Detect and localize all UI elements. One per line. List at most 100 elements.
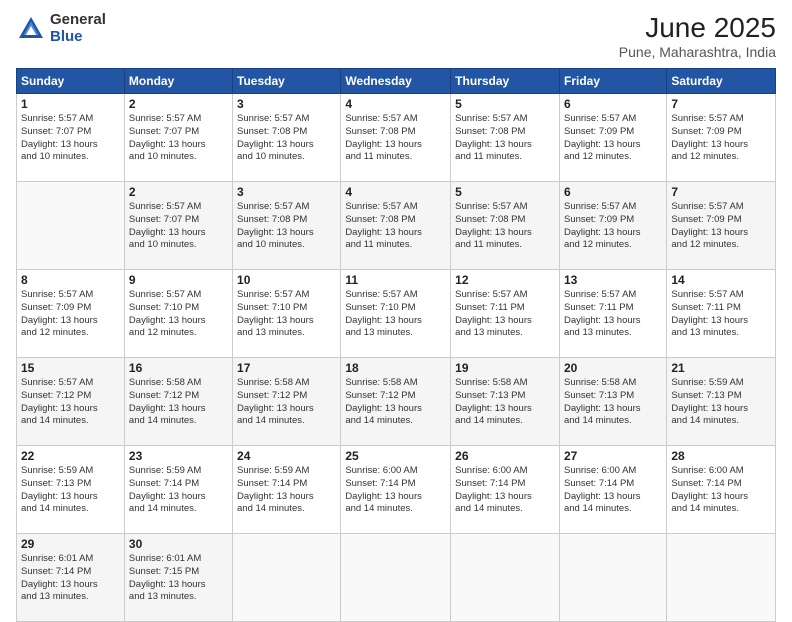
day-info: Sunrise: 5:59 AM Sunset: 7:13 PM Dayligh… [21,465,120,516]
day-number: 7 [671,97,771,111]
day-info: Sunrise: 5:58 AM Sunset: 7:13 PM Dayligh… [455,377,555,428]
calendar-header-row: SundayMondayTuesdayWednesdayThursdayFrid… [17,69,776,94]
table-row: 26 Sunrise: 6:00 AM Sunset: 7:14 PM Dayli… [451,446,560,534]
table-row [559,534,666,622]
calendar-week-1: 2Sunrise: 5:57 AM Sunset: 7:07 PM Daylig… [17,182,776,270]
table-row: 4 Sunrise: 5:57 AM Sunset: 7:08 PM Daylig… [341,94,451,182]
subtitle: Pune, Maharashtra, India [619,44,776,60]
day-number: 5 [455,185,555,199]
day-number: 4 [345,185,446,199]
day-number: 3 [237,97,336,111]
day-number: 26 [455,449,555,463]
logo-text: General Blue [50,12,106,45]
table-row [451,534,560,622]
col-header-tuesday: Tuesday [233,69,341,94]
calendar-week-4: 22Sunrise: 5:59 AM Sunset: 7:13 PM Dayli… [17,446,776,534]
day-info: Sunrise: 6:00 AM Sunset: 7:14 PM Dayligh… [455,465,555,516]
logo-blue-text: Blue [50,29,106,46]
day-info: Sunrise: 5:57 AM Sunset: 7:09 PM Dayligh… [21,289,120,340]
table-row: 7 Sunrise: 5:57 AM Sunset: 7:09 PM Daylig… [667,182,776,270]
day-info: Sunrise: 5:58 AM Sunset: 7:12 PM Dayligh… [129,377,228,428]
table-row: 14Sunrise: 5:57 AM Sunset: 7:11 PM Dayli… [667,270,776,358]
day-info: Sunrise: 5:58 AM Sunset: 7:12 PM Dayligh… [237,377,336,428]
table-row: 16 Sunrise: 5:58 AM Sunset: 7:12 PM Dayli… [124,358,232,446]
table-row: 9Sunrise: 5:57 AM Sunset: 7:10 PM Daylig… [124,270,232,358]
table-row: 30Sunrise: 6:01 AM Sunset: 7:15 PM Dayli… [124,534,232,622]
day-number: 1 [21,97,120,111]
table-row: 20Sunrise: 5:58 AM Sunset: 7:13 PM Dayli… [559,358,666,446]
day-number: 7 [671,185,771,199]
logo: General Blue [16,12,106,45]
day-number: 23 [129,449,228,463]
day-info: Sunrise: 5:57 AM Sunset: 7:07 PM Dayligh… [129,201,228,252]
day-info: Sunrise: 5:59 AM Sunset: 7:14 PM Dayligh… [237,465,336,516]
table-row: 11 Sunrise: 5:57 AM Sunset: 7:10 PM Dayli… [341,270,451,358]
day-number: 10 [237,273,336,287]
day-number: 27 [564,449,662,463]
day-info: Sunrise: 5:57 AM Sunset: 7:10 PM Dayligh… [129,289,228,340]
day-info: Sunrise: 5:57 AM Sunset: 7:08 PM Dayligh… [345,201,446,252]
day-info: Sunrise: 5:57 AM Sunset: 7:11 PM Dayligh… [455,289,555,340]
table-row: 25Sunrise: 6:00 AM Sunset: 7:14 PM Dayli… [341,446,451,534]
table-row: 3Sunrise: 5:57 AM Sunset: 7:08 PM Daylig… [233,182,341,270]
day-number: 16 [129,361,228,375]
day-info: Sunrise: 5:57 AM Sunset: 7:08 PM Dayligh… [345,113,446,164]
col-header-saturday: Saturday [667,69,776,94]
day-number: 12 [455,273,555,287]
table-row: 13 Sunrise: 5:57 AM Sunset: 7:11 PM Dayli… [559,270,666,358]
table-row: 27 Sunrise: 6:00 AM Sunset: 7:14 PM Dayli… [559,446,666,534]
page: General Blue June 2025 Pune, Maharashtra… [0,0,792,612]
day-info: Sunrise: 5:57 AM Sunset: 7:09 PM Dayligh… [671,113,771,164]
table-row: 5Sunrise: 5:57 AM Sunset: 7:08 PM Daylig… [451,182,560,270]
table-row: 7 Sunrise: 5:57 AM Sunset: 7:09 PM Daylig… [667,94,776,182]
table-row: 21Sunrise: 5:59 AM Sunset: 7:13 PM Dayli… [667,358,776,446]
table-row: 23 Sunrise: 5:59 AM Sunset: 7:14 PM Dayli… [124,446,232,534]
col-header-friday: Friday [559,69,666,94]
day-number: 29 [21,537,120,551]
day-info: Sunrise: 5:58 AM Sunset: 7:12 PM Dayligh… [345,377,446,428]
table-row [667,534,776,622]
table-row: 2Sunrise: 5:57 AM Sunset: 7:07 PM Daylig… [124,94,232,182]
table-row: 22Sunrise: 5:59 AM Sunset: 7:13 PM Dayli… [17,446,125,534]
col-header-thursday: Thursday [451,69,560,94]
day-number: 14 [671,273,771,287]
day-info: Sunrise: 5:57 AM Sunset: 7:07 PM Dayligh… [129,113,228,164]
table-row: 15Sunrise: 5:57 AM Sunset: 7:12 PM Dayli… [17,358,125,446]
day-number: 24 [237,449,336,463]
day-info: Sunrise: 5:59 AM Sunset: 7:14 PM Dayligh… [129,465,228,516]
table-row: 5Sunrise: 5:57 AM Sunset: 7:08 PM Daylig… [451,94,560,182]
table-row [341,534,451,622]
day-info: Sunrise: 5:57 AM Sunset: 7:10 PM Dayligh… [345,289,446,340]
day-info: Sunrise: 6:00 AM Sunset: 7:14 PM Dayligh… [564,465,662,516]
table-row: 12 Sunrise: 5:57 AM Sunset: 7:11 PM Dayli… [451,270,560,358]
day-info: Sunrise: 5:57 AM Sunset: 7:08 PM Dayligh… [237,113,336,164]
day-number: 4 [345,97,446,111]
day-info: Sunrise: 6:00 AM Sunset: 7:14 PM Dayligh… [345,465,446,516]
day-number: 21 [671,361,771,375]
day-number: 6 [564,97,662,111]
table-row [233,534,341,622]
day-info: Sunrise: 5:57 AM Sunset: 7:09 PM Dayligh… [564,113,662,164]
table-row: 1 Sunrise: 5:57 AM Sunset: 7:07 PM Daylig… [17,94,125,182]
calendar-week-3: 15Sunrise: 5:57 AM Sunset: 7:12 PM Dayli… [17,358,776,446]
day-info: Sunrise: 5:57 AM Sunset: 7:07 PM Dayligh… [21,113,120,164]
day-info: Sunrise: 6:01 AM Sunset: 7:14 PM Dayligh… [21,553,120,604]
col-header-wednesday: Wednesday [341,69,451,94]
day-number: 13 [564,273,662,287]
table-row: 4 Sunrise: 5:57 AM Sunset: 7:08 PM Daylig… [341,182,451,270]
table-row: 28Sunrise: 6:00 AM Sunset: 7:14 PM Dayli… [667,446,776,534]
col-header-sunday: Sunday [17,69,125,94]
day-number: 5 [455,97,555,111]
title-block: June 2025 Pune, Maharashtra, India [619,12,776,60]
day-number: 11 [345,273,446,287]
table-row: 6 Sunrise: 5:57 AM Sunset: 7:09 PM Daylig… [559,94,666,182]
day-number: 8 [21,273,120,287]
day-info: Sunrise: 5:57 AM Sunset: 7:09 PM Dayligh… [671,201,771,252]
logo-general-text: General [50,12,106,29]
day-info: Sunrise: 5:57 AM Sunset: 7:11 PM Dayligh… [564,289,662,340]
table-row: 8 Sunrise: 5:57 AM Sunset: 7:09 PM Daylig… [17,270,125,358]
table-row: 2Sunrise: 5:57 AM Sunset: 7:07 PM Daylig… [124,182,232,270]
table-row: 10Sunrise: 5:57 AM Sunset: 7:10 PM Dayli… [233,270,341,358]
day-number: 19 [455,361,555,375]
day-number: 30 [129,537,228,551]
